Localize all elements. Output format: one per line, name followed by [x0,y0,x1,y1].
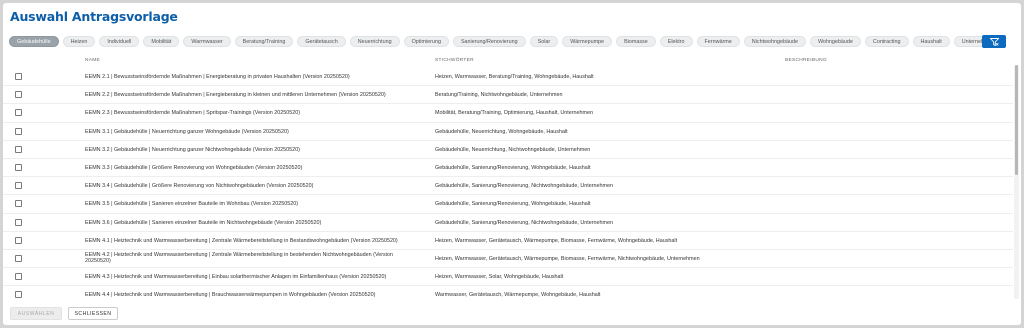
row-name: EEMN 3.2 | Gebäudehülle | Neuerrichtung … [85,146,300,153]
filter-chip-bar: Gebäudehülle Heizen Individuell Mobilität Wa… [9,36,1003,47]
filter-chip[interactable]: Optimierung [403,36,449,47]
table-scrollbar[interactable] [1014,65,1019,299]
row-name: EEMN 2.1 | Bewusstseinsfördernde Maßnahm… [85,74,350,80]
table-row[interactable]: EEMN 3.1 | Gebäudehülle | Neuerrichtung … [3,123,1013,141]
row-name: EEMN 3.5 | Gebäudehülle | Sanieren einze… [85,201,299,208]
filter-chip[interactable]: Neuerrichtung [349,36,400,47]
filter-chip[interactable]: Solar [529,36,559,47]
row-keywords: Heizen, Warmwasser, Gerätetausch, Wärmep… [435,255,700,262]
row-name: EEMN 4.3 | Heiztechnik und Warmwasserber… [85,274,387,281]
filter-chip[interactable]: Sanierung/Renovierung [452,36,526,47]
row-keywords: Mobilität, Beratung/Training, Optimierun… [435,110,594,117]
table-row[interactable]: EEMN 4.3 | Heiztechnik und Warmwasserber… [3,268,1013,287]
template-table-body: EEMN 2.1 | Bewusstseinsfördernde Maßnahm… [3,68,1013,300]
dialog-title: Auswahl Antragsvorlage [10,9,178,24]
row-checkbox[interactable] [15,145,22,153]
clear-filter-button[interactable] [982,35,1006,48]
row-keywords: Heizen, Warmwasser, Solar, Wohngebäude, … [435,274,564,281]
table-row[interactable]: EEMN 3.3 | Gebäudehülle | Größere Renovi… [3,159,1013,178]
row-keywords: Heizen, Warmwasser, Beratung/Training, W… [435,74,594,80]
dialog-footer: AUSWÄHLEN SCHLIESSEN [3,301,1021,325]
row-keywords: Gebäudehülle, Sanierung/Renovierung, Nic… [435,183,614,190]
row-name: EEMN 3.6 | Gebäudehülle | Sanieren einze… [85,219,322,226]
filter-chip[interactable]: Biomasse [616,36,656,47]
row-keywords: Heizen, Warmwasser, Gerätetausch, Wärmep… [435,237,678,244]
row-name: EEMN 3.1 | Gebäudehülle | Neuerrichtung … [85,128,289,135]
row-checkbox[interactable] [15,109,22,117]
column-header-description[interactable]: BESCHREIBUNG [785,58,827,63]
table-row[interactable]: EEMN 3.2 | Gebäudehülle | Neuerrichtung … [3,141,1013,159]
table-header: NAME STICHWÖRTER BESCHREIBUNG [3,56,1013,66]
filter-chip[interactable]: Heizen [62,36,96,47]
row-checkbox[interactable] [15,218,22,226]
filter-chip[interactable]: Gebäudehülle [9,36,59,47]
row-checkbox[interactable] [15,273,22,281]
row-checkbox[interactable] [15,200,22,208]
row-name: EEMN 4.2 | Heiztechnik und Warmwasserber… [85,251,393,264]
select-button[interactable]: AUSWÄHLEN [10,307,62,320]
table-row[interactable]: EEMN 3.4 | Gebäudehülle | Größere Renovi… [3,177,1013,196]
row-keywords: Gebäudehülle, Sanierung/Renovierung, Nic… [435,219,614,226]
table-row[interactable]: EEMN 4.2 | Heiztechnik und Warmwasserber… [3,250,1013,269]
table-row[interactable]: EEMN 4.4 | Heiztechnik und Warmwasserber… [3,286,1013,300]
filter-chip[interactable]: Individuell [99,36,140,47]
filter-chip[interactable]: Warmwasser [183,36,231,47]
row-name: EEMN 4.1 | Heiztechnik und Warmwasserber… [85,237,398,244]
filter-chip[interactable]: Nichtwohngebäude [743,36,806,47]
filter-chip[interactable]: Elektro [659,36,693,47]
table-row[interactable]: EEMN 4.1 | Heiztechnik und Warmwasserber… [3,232,1013,250]
template-dialog: Auswahl Antragsvorlage Gebäudehülle Heize… [3,3,1021,325]
row-checkbox[interactable] [15,236,22,244]
row-keywords: Gebäudehülle, Neuerrichtung, Wohngebäude… [435,128,568,135]
table-row[interactable]: EEMN 2.3 | Bewusstseinsfördernde Maßnahm… [3,104,1013,123]
table-row[interactable]: EEMN 3.5 | Gebäudehülle | Sanieren einze… [3,195,1013,214]
table-row[interactable]: EEMN 2.2 | Bewusstseinsfördernde Maßnahm… [3,86,1013,105]
row-checkbox[interactable] [15,254,22,262]
row-keywords: Gebäudehülle, Neuerrichtung, Nichtwohnge… [435,146,591,153]
column-header-keywords[interactable]: STICHWÖRTER [435,58,474,63]
row-keywords: Beratung/Training, Nichtwohngebäude, Unt… [435,92,563,99]
close-button[interactable]: SCHLIESSEN [68,307,118,320]
row-name: EEMN 3.4 | Gebäudehülle | Größere Renovi… [85,183,314,190]
table-row[interactable]: EEMN 2.1 | Bewusstseinsfördernde Maßnahm… [3,68,1013,87]
row-keywords: Warmwasser, Gerätetausch, Wärmepumpe, Wo… [435,292,601,299]
row-checkbox[interactable] [15,127,22,135]
row-name: EEMN 4.4 | Heiztechnik und Warmwasserber… [85,292,376,299]
row-name: EEMN 3.3 | Gebäudehülle | Größere Renovi… [85,164,303,171]
row-checkbox[interactable] [15,91,22,99]
row-name: EEMN 2.3 | Bewusstseinsfördernde Maßnahm… [85,110,301,117]
filter-chip[interactable]: Gerätetausch [297,36,346,47]
filter-chip[interactable]: Wohngebäude [809,36,861,47]
filter-chip[interactable]: Haushalt [912,36,950,47]
row-keywords: Gebäudehülle, Sanierung/Renovierung, Woh… [435,201,591,208]
column-header-name[interactable]: NAME [85,58,100,63]
table-row[interactable]: EEMN 3.6 | Gebäudehülle | Sanieren einze… [3,214,1013,232]
filter-chip[interactable]: Fernwärme [696,36,740,47]
filter-clear-icon [989,37,999,46]
filter-chip[interactable]: Beratung/Training [234,36,294,47]
row-checkbox[interactable] [15,163,22,171]
filter-chip[interactable]: Mobilität [143,36,180,47]
scrollbar-thumb[interactable] [1015,65,1018,175]
row-name: EEMN 2.2 | Bewusstseinsfördernde Maßnahm… [85,92,386,99]
filter-chip[interactable]: Contracting [864,36,909,47]
filter-chip[interactable]: Wärmepumpe [562,36,613,47]
row-keywords: Gebäudehülle, Sanierung/Renovierung, Woh… [435,164,591,171]
row-checkbox[interactable] [15,73,22,80]
row-checkbox[interactable] [15,291,22,299]
row-checkbox[interactable] [15,182,22,190]
